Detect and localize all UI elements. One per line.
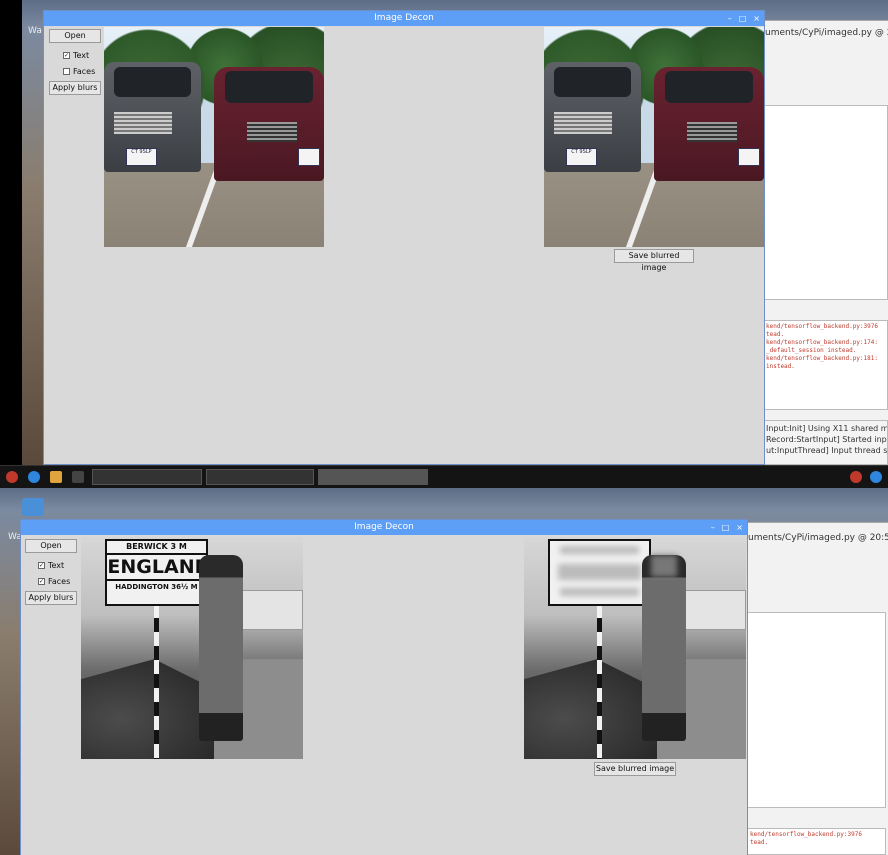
terminal-line: tead. [750, 839, 769, 846]
editor-title: uments/CyPi/imaged.py @ 20:57 [748, 533, 888, 543]
minimize-icon[interactable]: – [728, 11, 732, 26]
license-plate [737, 148, 760, 166]
terminal-line: tead. [766, 331, 785, 338]
taskbar-item[interactable] [92, 469, 202, 485]
menu-icon[interactable] [6, 471, 18, 483]
sign-pole [154, 603, 160, 759]
close-icon[interactable]: × [753, 11, 760, 26]
blurred-image: CT 9SLP [544, 27, 764, 247]
app-window: Image Decon – □ × Open ✓ Text ✓ Faces Ap… [20, 519, 748, 855]
checkbox-checked-icon: ✓ [38, 577, 45, 585]
screenshot-bottom: Wa uments/CyPi/imaged.py @ 20:57 kend/te… [0, 488, 888, 855]
road-sign: BERWICK 3 M ENGLAND HADDINGTON 36½ M [105, 539, 210, 606]
sign-line-1: BERWICK 3 M [107, 541, 206, 556]
road-sign-blurred [548, 539, 651, 606]
license-plate [297, 148, 320, 166]
maximize-icon[interactable]: □ [739, 11, 747, 26]
open-button[interactable]: Open [49, 29, 101, 43]
tray-icon[interactable] [850, 471, 862, 483]
browser-icon[interactable] [28, 471, 40, 483]
faces-checkbox-label: Faces [48, 576, 71, 586]
log-line: Input:Init] Using X11 shared memo [766, 424, 888, 433]
text-checkbox[interactable]: ✓ Text [63, 49, 89, 61]
terminal-line: instead. [766, 363, 795, 370]
original-image: BERWICK 3 M ENGLAND HADDINGTON 36½ M [81, 537, 303, 759]
log-line: ut:InputThread] Input thread sta [766, 446, 888, 455]
faces-checkbox[interactable]: Faces [63, 65, 95, 77]
blurred-text-region [560, 587, 639, 597]
window-titlebar[interactable]: Image Decon – □ × [44, 11, 764, 26]
faces-checkbox[interactable]: ✓ Faces [38, 575, 70, 587]
checkbox-checked-icon: ✓ [38, 561, 45, 569]
window-title: Image Decon [354, 522, 414, 532]
editor-area [746, 612, 886, 808]
save-blurred-button[interactable]: Save blurred image [594, 762, 676, 776]
taskbar-item[interactable] [206, 469, 314, 485]
text-checkbox[interactable]: ✓ Text [38, 559, 64, 571]
sign-line-3: HADDINGTON 36½ M [115, 583, 198, 592]
apply-blurs-button[interactable]: Apply blurs [25, 591, 77, 605]
editor-title: uments/CyPi/imaged.py @ 20:5 [765, 28, 888, 38]
sign-line-2: ENGLAND [107, 555, 210, 582]
license-plate: CT 9SLP [126, 148, 157, 166]
save-blurred-button[interactable]: Save blurred image [614, 249, 694, 272]
blurred-image [524, 537, 746, 759]
minimize-icon[interactable]: – [711, 520, 715, 535]
bluetooth-icon[interactable] [870, 471, 882, 483]
terminal-line: kend/tensorflow_backend.py:3976 [750, 831, 862, 838]
screenshot-top: Wa uments/CyPi/imaged.py @ 20:5 kend/ten… [0, 0, 888, 465]
trash-icon[interactable] [22, 498, 44, 516]
text-checkbox-label: Text [73, 50, 90, 60]
sign-pole [597, 603, 603, 759]
license-plate: CT 9SLP [566, 148, 597, 166]
text-checkbox-label: Text [48, 560, 65, 570]
window-title: Image Decon [374, 13, 434, 23]
terminal-icon[interactable] [72, 471, 84, 483]
open-button[interactable]: Open [25, 539, 77, 553]
faces-checkbox-label: Faces [73, 66, 96, 76]
woman-figure [641, 554, 687, 742]
woman-figure [198, 554, 244, 742]
apply-blurs-button[interactable]: Apply blurs [49, 81, 101, 95]
checkbox-checked-icon: ✓ [63, 51, 70, 59]
original-image: CT 9SLP [104, 27, 324, 247]
blurred-face-region [650, 554, 678, 578]
terminal-line: kend/tensorflow_backend.py:174: [766, 339, 878, 346]
terminal-line: kend/tensorflow_backend.py:181: [766, 355, 878, 362]
blurred-text-region [558, 563, 641, 581]
desktop-label: Wa [28, 26, 42, 36]
screen-edge [0, 0, 22, 465]
terminal-line: kend/tensorflow_backend.py:3976 [766, 323, 878, 330]
editor-area [762, 105, 888, 300]
terminal-line: _default_session instead. [766, 347, 857, 354]
blurred-text-region [560, 546, 639, 554]
log-line: Record:StartInput] Started input [766, 435, 888, 444]
terminal-output: kend/tensorflow_backend.py:3976 tead. ke… [762, 320, 888, 410]
terminal-output: kend/tensorflow_backend.py:3976 tead. [746, 828, 886, 855]
taskbar-item-active[interactable] [318, 469, 428, 485]
folder-icon[interactable] [50, 471, 62, 483]
close-icon[interactable]: × [736, 520, 743, 535]
log-output: Input:Init] Using X11 shared memo Record… [762, 420, 888, 465]
window-titlebar[interactable]: Image Decon – □ × [21, 520, 747, 535]
app-window: Image Decon – □ × Open ✓ Text Faces Appl… [43, 10, 765, 465]
maximize-icon[interactable]: □ [722, 520, 730, 535]
checkbox-unchecked-icon [63, 67, 70, 75]
taskbar [0, 465, 888, 488]
